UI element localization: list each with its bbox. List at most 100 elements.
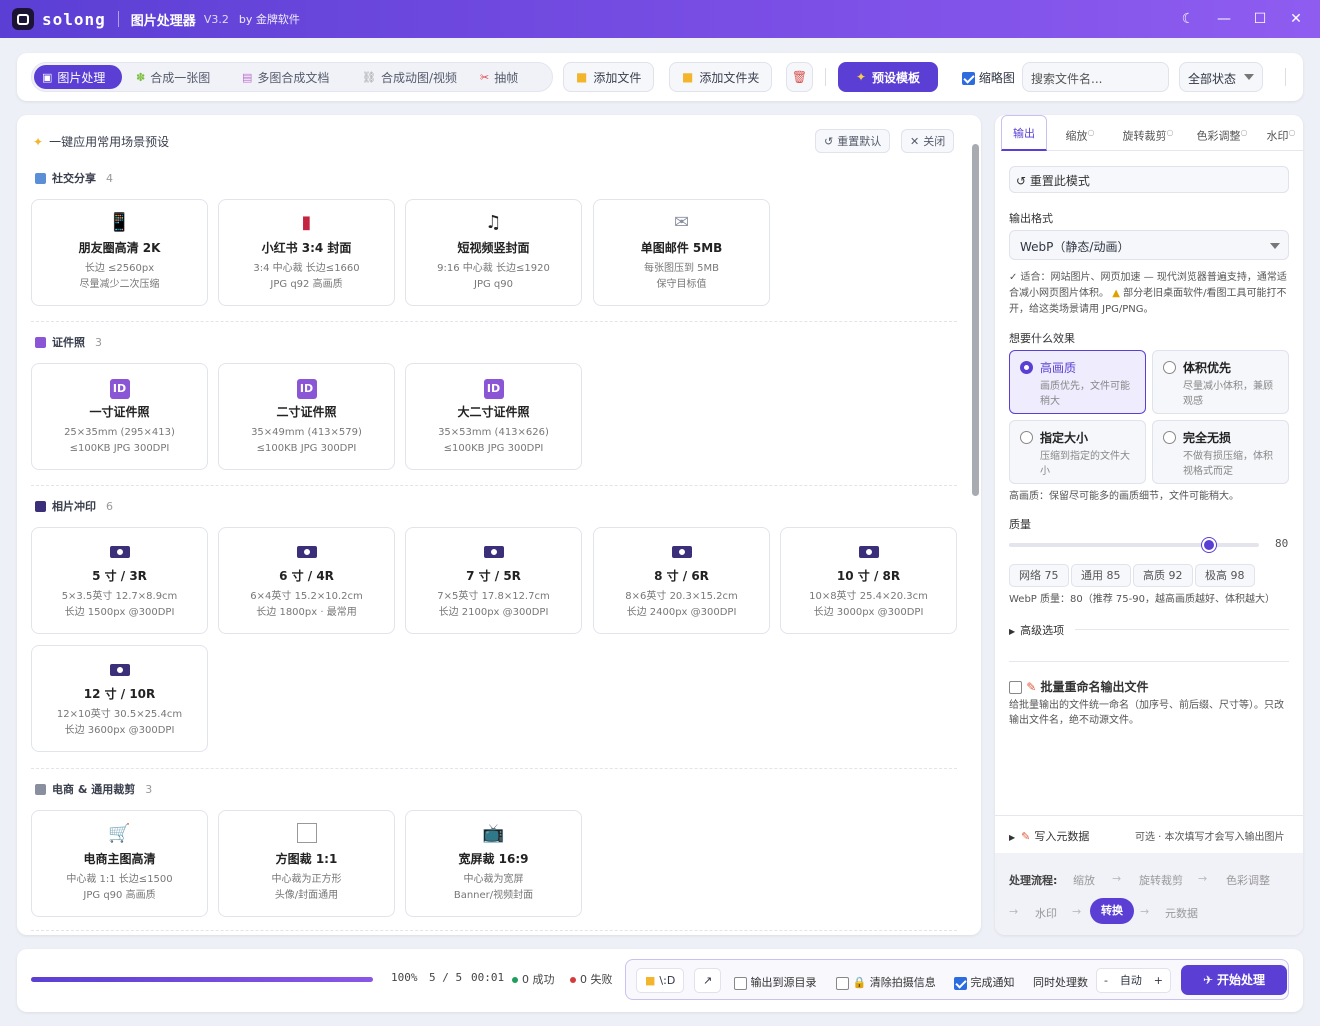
camera-icon (109, 546, 130, 558)
minus-icon[interactable]: - (1097, 969, 1115, 992)
settings-tabs: 输出 缩放○ 旋转裁剪○ 色彩调整○ 水印○ (1001, 115, 1303, 151)
output-to-source-checkbox[interactable] (734, 976, 747, 990)
preset-card-6inch[interactable]: 6 寸 / 4R 6×4英寸 15.2×10.2cm 长边 1800px · 最常用 (218, 527, 395, 634)
tab-watermark[interactable]: 水印○ (1261, 115, 1301, 151)
output-format-select[interactable]: WebP（静态/动画） (1009, 230, 1289, 260)
lock-icon: 🔒 (852, 976, 867, 989)
clear-exif-toggle[interactable]: 🔒 清除拍摄信息 (836, 974, 936, 990)
add-files-button[interactable]: ■ 添加文件 (563, 62, 655, 92)
success-dot-icon (512, 977, 518, 983)
success-count: 0 成功 (512, 971, 555, 987)
flow-step-watermark[interactable]: 水印 (1035, 905, 1057, 921)
settings-dot-icon: ○ (1240, 128, 1248, 137)
quality-preset-general[interactable]: 通用 85 (1071, 564, 1131, 587)
batch-rename-toggle[interactable]: ✎ 批量重命名输出文件 (1009, 678, 1148, 695)
preset-card-1inch[interactable]: ID 一寸证件照 25×35mm (295×413) ≤100KB JPG 300DP… (31, 363, 208, 470)
start-processing-button[interactable]: ✈ 开始处理 (1181, 965, 1287, 995)
preset-card-7inch[interactable]: 7 寸 / 5R 7×5英寸 17.8×12.7cm 长边 2100px @300D… (405, 527, 582, 634)
advanced-options-toggle[interactable]: ▶ 高级选项 (1009, 622, 1064, 638)
quality-preset-ultra[interactable]: 极高 98 (1195, 564, 1255, 587)
preset-card-short-video[interactable]: ♫ 短视频竖封面 9:16 中心裁 长边≤1920 JPG q90 (405, 199, 582, 306)
open-output-button[interactable]: ↗ (694, 968, 722, 993)
preset-card-ecommerce-main[interactable]: 🛒 电商主图高清 中心裁 1:1 长边≤1500 JPG q90 高画质 (31, 810, 208, 917)
camera-icon (109, 664, 130, 676)
flow-step-convert[interactable]: 转换 (1090, 898, 1134, 924)
tab-rotate-crop[interactable]: 旋转裁剪○ (1113, 115, 1183, 151)
music-icon: ♫ (485, 212, 502, 233)
output-to-source-toggle[interactable]: 输出到源目录 (734, 974, 817, 990)
tab-merge-one[interactable]: ✽ 合成一张图 (128, 65, 218, 89)
flow-step-resize[interactable]: 缩放 (1073, 872, 1095, 888)
tab-output[interactable]: 输出 (1001, 115, 1047, 151)
preset-card-5inch[interactable]: 5 寸 / 3R 5×3.5英寸 12.7×8.9cm 长边 1500px @300… (31, 527, 208, 634)
process-controls: ■ \:D ↗ 输出到源目录 🔒 清除拍摄信息 完成通知 同时处理数 - 自动 + ✈… (625, 959, 1289, 1000)
memo-icon: ✎ (1021, 830, 1031, 843)
theme-toggle-moon-icon[interactable]: ☾ (1171, 0, 1205, 38)
effect-radio[interactable] (1163, 431, 1176, 444)
preset-card-moments-2k[interactable]: 📱 朋友圈高清 2K 长边 ≤2560px 尽量减少二次压缩 (31, 199, 208, 306)
clear-exif-checkbox[interactable] (836, 976, 849, 990)
close-window-button[interactable]: ✕ (1279, 0, 1313, 38)
preset-card-square[interactable]: 方图裁 1:1 中心裁为正方形 头像/封面通用 (218, 810, 395, 917)
tab-extract-frames[interactable]: ✂ 抽帧 (472, 65, 526, 89)
tab-color[interactable]: 色彩调整○ (1191, 115, 1253, 151)
tab-resize[interactable]: 缩放○ (1055, 115, 1105, 151)
tab-multi-doc[interactable]: ▤ 多图合成文档 (234, 65, 337, 89)
notify-toggle[interactable]: 完成通知 (954, 974, 1015, 990)
effect-lossless[interactable]: 完全无损 不做有损压缩，体积视格式而定 (1152, 420, 1289, 484)
preset-card-xiaohongshu[interactable]: ▮ 小红书 3:4 封面 3:4 中心裁 长边≤1660 JPG q92 高画质 (218, 199, 395, 306)
section-id-photo: 证件照 3 (35, 334, 102, 350)
add-folder-button[interactable]: ■ 添加文件夹 (669, 62, 773, 92)
effect-size-priority[interactable]: 体积优先 尽量减小体积，兼顾观感 (1152, 350, 1289, 414)
settings-dot-icon: ○ (1288, 128, 1296, 137)
fail-count: 0 失败 (570, 971, 613, 987)
effect-radio[interactable] (1020, 361, 1033, 374)
phone-icon: 📱 (108, 212, 131, 233)
effect-radio[interactable] (1020, 431, 1033, 444)
notify-checkbox[interactable] (954, 976, 967, 990)
effect-target-size[interactable]: 指定大小 压缩到指定的文件大小 (1009, 420, 1146, 484)
quality-slider-knob[interactable] (1202, 538, 1216, 552)
thumbnail-toggle[interactable]: 缩略图 (962, 69, 1015, 86)
clear-list-button[interactable]: 🗑 (786, 62, 813, 92)
thumbnail-checkbox[interactable] (962, 72, 975, 85)
caret-right-icon: ▶ (1009, 627, 1016, 636)
flow-step-rotate-crop[interactable]: 旋转裁剪 (1139, 872, 1183, 888)
preset-card-8inch[interactable]: 8 寸 / 6R 8×6英寸 20.3×15.2cm 长边 2400px @300D… (593, 527, 770, 634)
reset-mode-button[interactable]: ↺ 重置此模式 (1009, 166, 1289, 193)
preset-card-large-2inch[interactable]: ID 大二寸证件照 35×53mm (413×626) ≤100KB JPG 300D… (405, 363, 582, 470)
preset-template-button[interactable]: ✦ 预设模板 (838, 62, 938, 92)
preset-card-10inch[interactable]: 10 寸 / 8R 10×8英寸 25.4×20.3cm 长边 3000px @30… (780, 527, 957, 634)
refresh-icon: ↺ (824, 134, 834, 148)
quality-slider[interactable] (1009, 538, 1259, 552)
minimize-button[interactable]: — (1207, 0, 1241, 38)
concurrency-stepper[interactable]: - 自动 + (1096, 968, 1171, 993)
close-presets-button[interactable]: ✕ 关闭 (901, 129, 955, 153)
preset-card-12inch[interactable]: 12 寸 / 10R 12×10英寸 30.5×25.4cm 长边 3600px @… (31, 645, 208, 752)
flow-step-metadata[interactable]: 元数据 (1165, 905, 1198, 921)
reset-default-button[interactable]: ↺ 重置默认 (815, 129, 891, 153)
preset-card-email-5mb[interactable]: ✉ 单图邮件 5MB 每张图压到 5MB 保守目标值 (593, 199, 770, 306)
effect-radio[interactable] (1163, 361, 1176, 374)
tab-animation-video[interactable]: ⛓ 合成动图/视频 (354, 65, 465, 89)
preset-scrollbar[interactable] (972, 144, 979, 496)
square-icon (296, 823, 317, 843)
preset-card-widescreen[interactable]: 📺 宽屏裁 16:9 中心裁为宽屏 Banner/视频封面 (405, 810, 582, 917)
cart-icon: 🛒 (108, 823, 131, 844)
status-filter-select[interactable]: 全部状态 (1179, 62, 1263, 92)
maximize-button[interactable]: ☐ (1243, 0, 1277, 38)
section-social: 社交分享 4 (35, 170, 113, 186)
flow-step-color[interactable]: 色彩调整 (1226, 872, 1270, 888)
effect-high-quality[interactable]: 高画质 画质优先，文件可能稍大 (1009, 350, 1146, 414)
document-icon: ▤ (242, 70, 253, 84)
output-dir-button[interactable]: ■ \:D (636, 968, 685, 993)
search-input[interactable]: 搜索文件名... (1022, 62, 1169, 92)
metadata-toggle[interactable]: ▶ ✎ 写入元数据 (1009, 828, 1089, 844)
batch-rename-checkbox[interactable] (1009, 681, 1022, 694)
tab-image-processing[interactable]: ▣ 图片处理 (34, 65, 122, 89)
quality-preset-web[interactable]: 网络 75 (1009, 564, 1069, 587)
quality-preset-high[interactable]: 高质 92 (1133, 564, 1193, 587)
preset-card-2inch[interactable]: ID 二寸证件照 35×49mm (413×579) ≤100KB JPG 300DP… (218, 363, 395, 470)
plus-icon[interactable]: + (1147, 969, 1170, 992)
arrow-right-icon: → (1198, 872, 1208, 885)
